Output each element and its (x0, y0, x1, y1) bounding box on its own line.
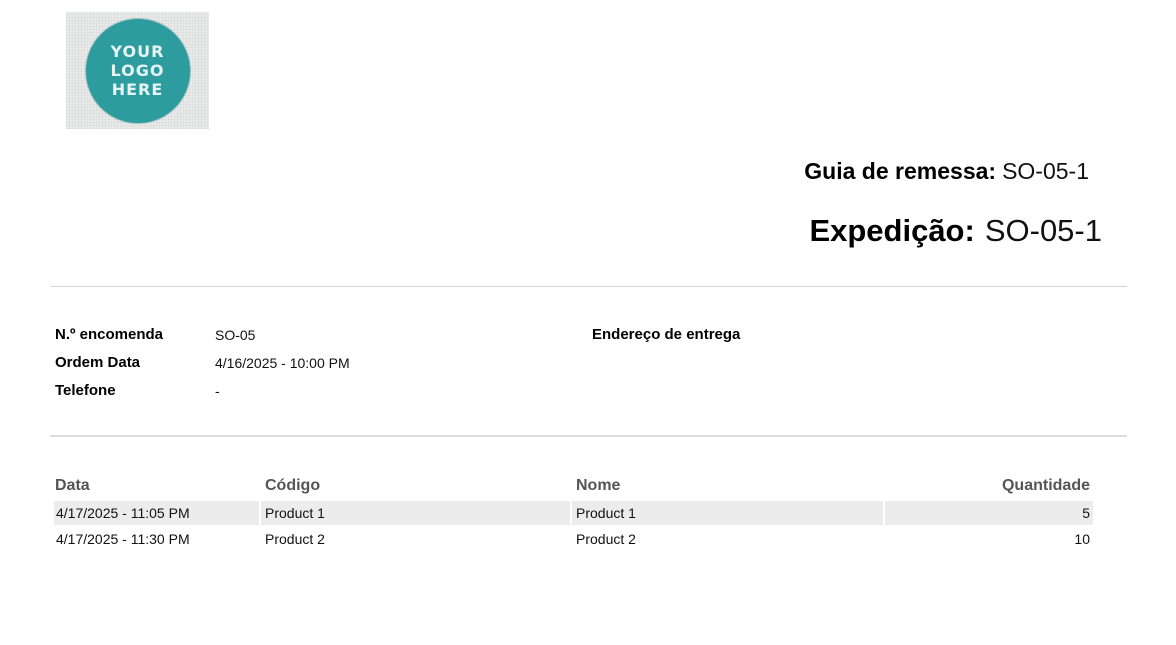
table-row: 4/17/2025 - 11:30 PM Product 2 Product 2… (54, 527, 1093, 551)
phone-value: - (215, 383, 220, 399)
logo-text-line: LOGO (110, 61, 165, 80)
cell-name: Product 1 (572, 501, 883, 525)
shipment-label: Expedição: (809, 213, 975, 248)
divider (50, 286, 1127, 287)
cell-code: Product 1 (261, 501, 570, 525)
column-header-date: Data (55, 477, 90, 494)
cell-date: 4/17/2025 - 11:05 PM (54, 501, 259, 525)
shipment-title: Expedição: SO-05-1 (809, 213, 1102, 249)
order-date-label: Ordem Data (55, 354, 141, 371)
delivery-note-number: SO-05-1 (1002, 158, 1089, 184)
table-row: 4/17/2025 - 11:05 PM Product 1 Product 1… (54, 501, 1093, 525)
shipment-number: SO-05-1 (984, 213, 1102, 248)
delivery-address-label: Endereço de entrega (592, 326, 741, 343)
column-header-quantity: Quantidade (1001, 477, 1090, 494)
logo-badge: YOUR LOGO HERE (85, 18, 190, 123)
company-logo: YOUR LOGO HERE (66, 12, 209, 129)
cell-quantity: 5 (885, 501, 1093, 525)
cell-code: Product 2 (265, 531, 325, 547)
order-date-value: 4/16/2025 - 10:00 PM (215, 355, 350, 371)
logo-text-line: YOUR (110, 42, 165, 61)
logo-text-line: HERE (111, 80, 164, 99)
divider (50, 435, 1127, 437)
column-header-code: Código (265, 477, 321, 494)
order-number-value: SO-05 (215, 327, 256, 343)
cell-quantity: 10 (1074, 531, 1090, 547)
delivery-note-label: Guia de remessa: (804, 158, 997, 184)
cell-date: 4/17/2025 - 11:30 PM (56, 531, 190, 547)
column-header-name: Nome (576, 477, 621, 494)
cell-name: Product 2 (576, 531, 636, 547)
delivery-note-title: Guia de remessa: SO-05-1 (804, 158, 1089, 185)
order-number-label: N.º encomenda (55, 326, 164, 343)
phone-label: Telefone (55, 382, 116, 399)
